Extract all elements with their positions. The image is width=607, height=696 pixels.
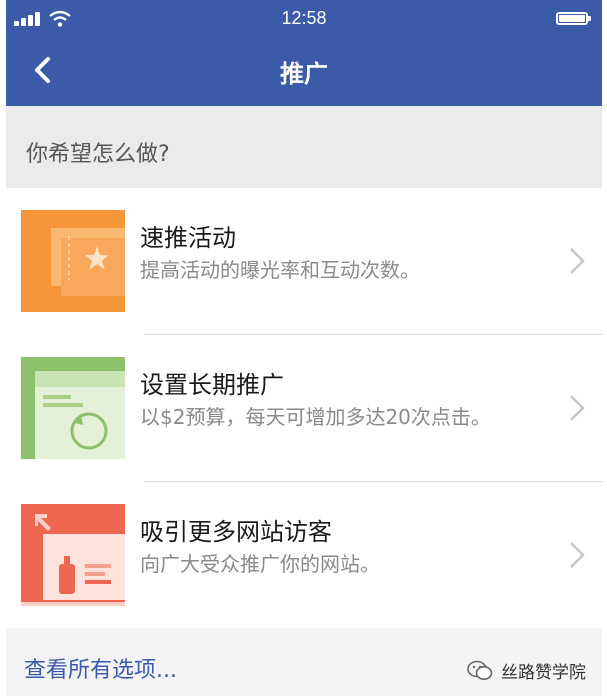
status-time: 12:58 (281, 8, 327, 28)
option-subtitle: 以$2预算，每天可增加多达20次点击。 (140, 405, 491, 429)
chevron-right-icon (570, 248, 585, 274)
option-long-term-promotion[interactable]: 设置长期推广 以$2预算，每天可增加多达20次点击。 (6, 335, 602, 481)
chevron-right-icon (570, 395, 585, 421)
footer: 查看所有选项... 丝路赞学院 (6, 628, 602, 696)
status-bar: 12:58 (6, 0, 602, 36)
page-cycle-icon (21, 357, 125, 459)
app-header: 12:58 推广 (6, 0, 602, 106)
option-title: 吸引更多网站访客 (140, 518, 332, 546)
option-subtitle: 向广大受众推广你的网站。 (140, 552, 380, 576)
question-bar: 你希望怎么做? (6, 106, 602, 188)
chevron-right-icon (570, 542, 585, 568)
ticket-star-icon (21, 210, 125, 312)
website-card-icon (21, 504, 125, 606)
option-website-visitors[interactable]: 吸引更多网站访客 向广大受众推广你的网站。 (6, 482, 602, 628)
question-text: 你希望怎么做? (26, 142, 170, 167)
phone-screen: 12:58 推广 你希望怎么做? 速推活动 提高活动的曝光率和互动次数。 设置长… (6, 0, 602, 696)
options-list: 速推活动 提高活动的曝光率和互动次数。 设置长期推广 以$2预算，每天可增加多达… (6, 188, 602, 628)
wechat-icon (467, 660, 493, 680)
page-title: 推广 (280, 60, 328, 88)
option-boost-event[interactable]: 速推活动 提高活动的曝光率和互动次数。 (6, 188, 602, 334)
option-title: 设置长期推广 (140, 371, 284, 399)
watermark-text: 丝路赞学院 (501, 663, 586, 683)
see-all-options-link[interactable]: 查看所有选项... (24, 652, 177, 684)
option-subtitle: 提高活动的曝光率和互动次数。 (140, 258, 420, 282)
watermark: 丝路赞学院 (467, 658, 586, 683)
battery-icon (556, 12, 591, 25)
option-title: 速推活动 (140, 224, 236, 252)
